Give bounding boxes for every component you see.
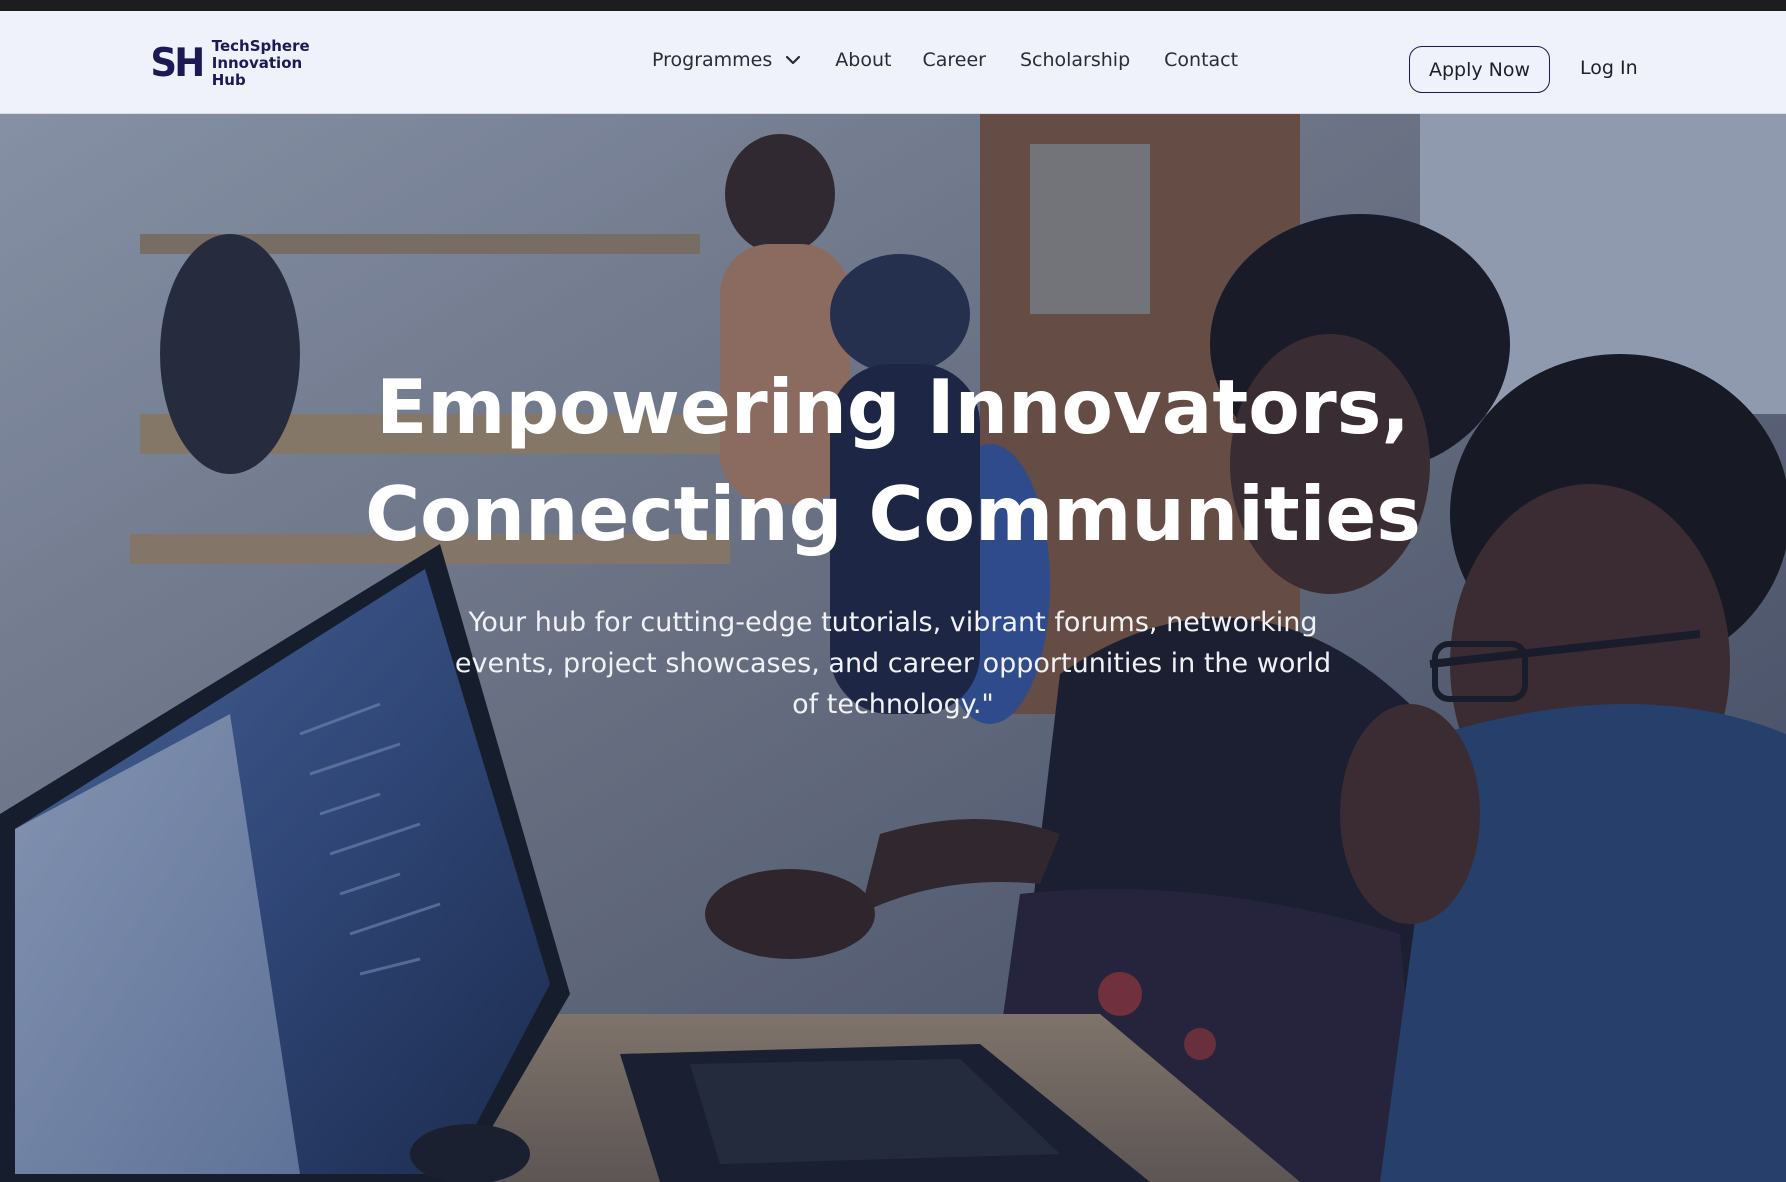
hero-section: Empowering Innovators, Connecting Commun…: [0, 114, 1786, 1182]
apply-now-button[interactable]: Apply Now: [1409, 46, 1550, 93]
logo-mark: SH: [150, 41, 205, 86]
nav-item-programmes[interactable]: Programmes: [652, 49, 802, 71]
logo-line-3: Hub: [211, 71, 246, 89]
nav-item-contact[interactable]: Contact: [1164, 49, 1238, 71]
nav-item-about[interactable]: About: [835, 49, 891, 71]
nav-item-scholarship[interactable]: Scholarship: [1020, 49, 1130, 71]
site-header: SH TechSphere Innovation Hub Programmes …: [0, 11, 1786, 114]
chevron-down-icon: [786, 55, 801, 65]
logo-wordmark: TechSphere Innovation Hub: [212, 38, 310, 89]
main-nav: Programmes About Career Scholarship Cont…: [652, 45, 1238, 75]
logo-line-1: TechSphere: [211, 37, 310, 55]
brand-logo[interactable]: SH TechSphere Innovation Hub: [149, 38, 310, 89]
hero-title: Empowering Innovators, Connecting Commun…: [0, 354, 1786, 568]
window-top-strip: [0, 0, 1786, 11]
nav-item-programmes-label: Programmes: [652, 49, 773, 71]
hero-title-line-2: Connecting Communities: [365, 470, 1421, 558]
hero-title-line-1: Empowering Innovators,: [376, 363, 1410, 451]
logo-line-2: Innovation: [211, 54, 303, 72]
login-link[interactable]: Log In: [1580, 57, 1638, 79]
hero-subtitle: Your hub for cutting-edge tutorials, vib…: [454, 607, 1332, 720]
nav-item-career[interactable]: Career: [922, 49, 986, 71]
